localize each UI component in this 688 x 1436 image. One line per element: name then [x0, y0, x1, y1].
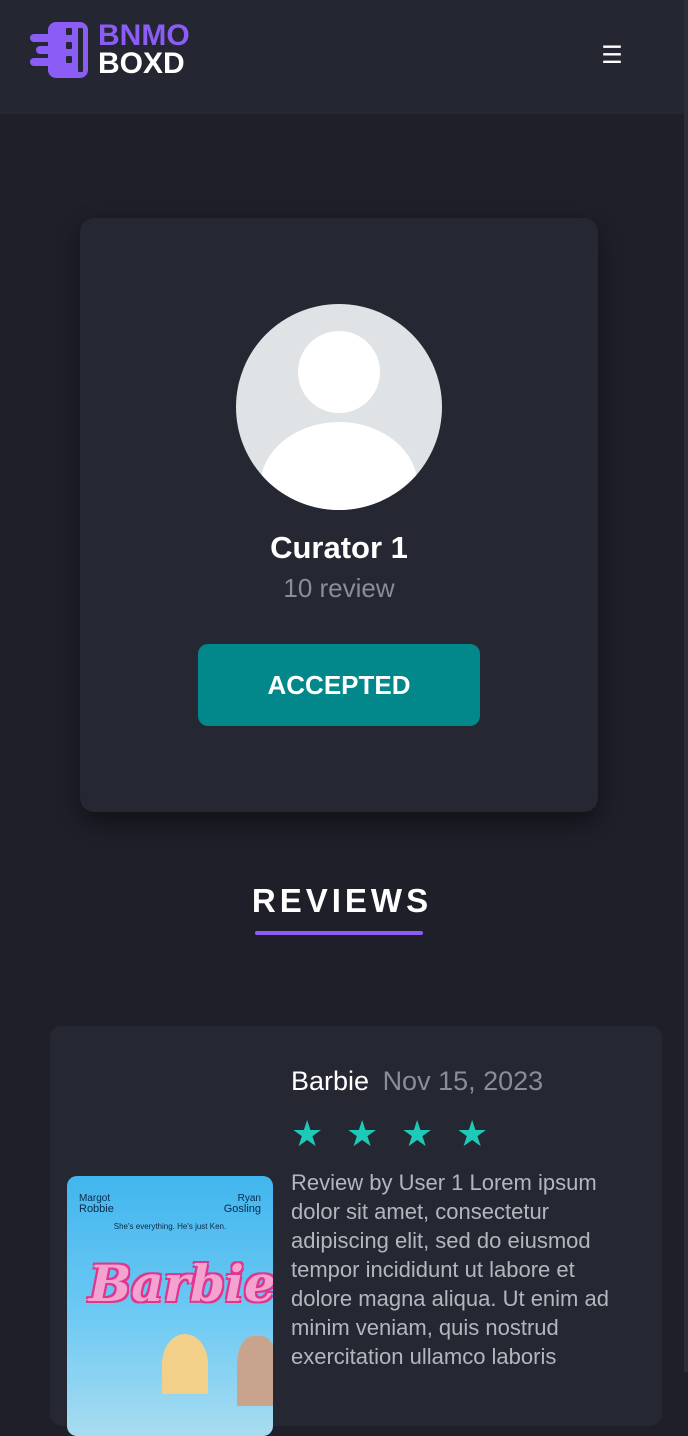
review-date: Nov 15, 2023 — [382, 1066, 544, 1096]
poster-figure-left — [162, 1334, 208, 1394]
curator-name: Curator 1 — [270, 530, 408, 565]
poster-figure-right — [237, 1336, 273, 1406]
page-scrollbar[interactable] — [684, 0, 688, 1372]
star-icon: ★ — [346, 1113, 379, 1154]
review-movie-title[interactable]: Barbie — [291, 1066, 369, 1096]
poster-brand-logo: Barbie — [89, 1254, 273, 1313]
movie-poster[interactable]: Margot Robbie Ryan Gosling She's everyth… — [67, 1176, 273, 1436]
poster-actor-right: Ryan Gosling — [223, 1194, 261, 1215]
star-icon: ★ — [456, 1113, 489, 1154]
star-icon: ★ — [291, 1113, 324, 1154]
logo-line-1: BNMO — [98, 19, 190, 52]
curator-profile-card: Curator 1 10 review ACCEPTED — [80, 218, 598, 812]
avatar — [236, 304, 442, 510]
review-count: 10 review — [283, 573, 395, 603]
hamburger-menu-icon[interactable]: ☰ — [596, 40, 628, 72]
avatar-head-shape — [298, 331, 380, 413]
poster-actor-right-last: Gosling — [223, 1203, 261, 1215]
reviews-section-title: REVIEWS — [251, 882, 433, 919]
review-text: Review by User 1 Lorem ipsum dolor sit a… — [291, 1170, 609, 1369]
top-navbar: BNMO BOXD ☰ — [0, 0, 684, 114]
review-card[interactable]: Margot Robbie Ryan Gosling She's everyth… — [50, 1026, 662, 1436]
poster-actor-left: Margot Robbie — [79, 1194, 114, 1215]
review-heading: Barbie Nov 15, 2023 — [291, 1066, 543, 1097]
poster-tagline: She's everything. He's just Ken. — [113, 1222, 227, 1231]
accepted-status-button[interactable]: ACCEPTED — [198, 644, 480, 726]
avatar-body-shape — [260, 422, 418, 510]
logo-wordmark: BNMO BOXD — [98, 19, 190, 80]
star-icon: ★ — [401, 1113, 434, 1154]
section-title-underline — [255, 931, 423, 935]
poster-actor-left-last: Robbie — [79, 1203, 114, 1215]
site-logo[interactable]: BNMO BOXD — [30, 20, 200, 82]
rating-stars: ★ ★ ★ ★ — [291, 1114, 511, 1154]
film-reel-logo-icon — [30, 22, 88, 78]
logo-line-2: BOXD — [98, 47, 185, 80]
